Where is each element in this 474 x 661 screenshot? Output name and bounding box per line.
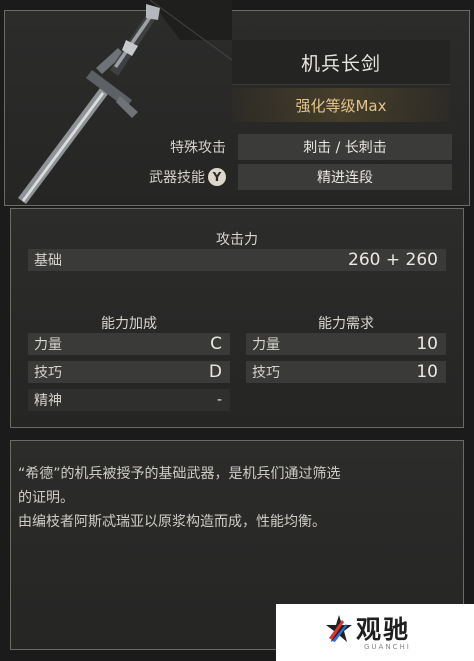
weapon-skill-label-wrap: 武器技能 Y bbox=[120, 164, 232, 190]
attack-base-value: 260 + 260 bbox=[348, 250, 438, 270]
weapon-skill-row: 武器技能 Y 精进连段 bbox=[120, 164, 456, 190]
requirement-value: 10 bbox=[416, 362, 438, 382]
description-line: 的证明。 bbox=[18, 490, 74, 506]
description-text: “希德”的机兵被授予的基础武器，是机兵们通过筛选 的证明。 由编枝者阿斯忒瑞亚以… bbox=[18, 462, 448, 534]
requirements-title: 能力需求 bbox=[318, 316, 374, 332]
scaling-grade: D bbox=[208, 362, 222, 382]
weapon-skill-value: 精进连段 bbox=[238, 164, 452, 190]
attack-base-label: 基础 bbox=[34, 253, 62, 269]
description-line: 由编枝者阿斯忒瑞亚以原浆构造而成，性能均衡。 bbox=[18, 514, 326, 530]
requirement-row-dexterity: 技巧 10 bbox=[246, 361, 446, 383]
requirement-value: 10 bbox=[416, 334, 438, 354]
watermark: 观驰 GUANCHI bbox=[276, 604, 474, 661]
star-logo-icon bbox=[326, 615, 352, 642]
special-attack-label: 特殊攻击 bbox=[170, 140, 226, 156]
scaling-label: 力量 bbox=[34, 337, 62, 353]
scaling-row-dexterity: 技巧 D bbox=[28, 361, 230, 383]
scaling-label: 技巧 bbox=[34, 365, 62, 381]
scaling-row-spirit: 精神 - bbox=[28, 389, 230, 411]
scaling-grade: C bbox=[210, 334, 222, 354]
watermark-sub: GUANCHI bbox=[364, 643, 411, 651]
scaling-label: 精神 bbox=[34, 393, 62, 409]
y-button-icon[interactable]: Y bbox=[208, 168, 226, 186]
requirement-label: 技巧 bbox=[252, 365, 280, 381]
weapon-skill-label: 武器技能 bbox=[149, 170, 205, 186]
description-line: “希德”的机兵被授予的基础武器，是机兵们通过筛选 bbox=[18, 466, 341, 482]
scaling-row-strength: 力量 C bbox=[28, 333, 230, 355]
special-attack-row: 特殊攻击 刺击 / 长刺击 bbox=[120, 134, 456, 160]
attack-power-title: 攻击力 bbox=[216, 232, 258, 248]
scaling-title: 能力加成 bbox=[101, 316, 157, 332]
scaling-grade: - bbox=[216, 392, 222, 408]
weapon-name: 机兵长剑 bbox=[232, 40, 450, 85]
upgrade-level: 强化等级Max bbox=[232, 88, 450, 122]
requirement-row-strength: 力量 10 bbox=[246, 333, 446, 355]
attack-base-row: 基础 260 + 260 bbox=[28, 249, 446, 271]
special-attack-value: 刺击 / 长刺击 bbox=[238, 134, 452, 160]
watermark-brand: 观驰 bbox=[356, 615, 411, 644]
requirement-label: 力量 bbox=[252, 337, 280, 353]
